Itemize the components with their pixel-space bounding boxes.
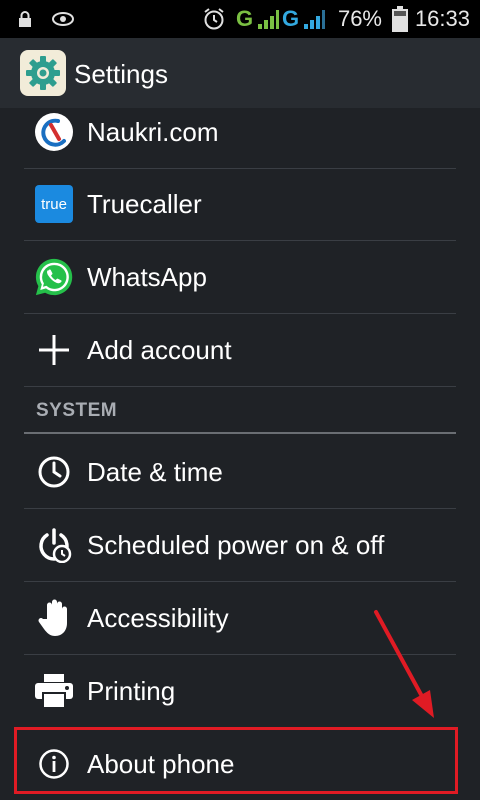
eye-icon (52, 0, 74, 38)
power-schedule-icon (34, 525, 74, 565)
network-type-2: G (282, 6, 300, 31)
status-bar: G G 76% 16:33 (0, 0, 480, 38)
list-item-label: Scheduled power on & off (87, 530, 385, 560)
list-item-label: Add account (87, 335, 232, 365)
truecaller-icon-text: true (41, 195, 67, 213)
truecaller-icon: true (34, 184, 74, 224)
list-item-label: Naukri.com (87, 117, 219, 147)
page-title: Settings (74, 59, 168, 89)
settings-gear-icon[interactable] (20, 50, 66, 96)
action-bar: Settings (0, 38, 480, 108)
network-type-1: G (236, 6, 254, 31)
list-item-label: Printing (87, 676, 176, 706)
info-icon (34, 744, 74, 784)
settings-list[interactable]: Naukri.com true Truecaller WhatsApp Add … (0, 108, 480, 800)
clock-icon (34, 452, 74, 492)
list-item-whatsapp[interactable]: WhatsApp (24, 241, 456, 314)
naukri-icon (34, 112, 74, 152)
battery-percent: 76% (337, 6, 382, 31)
list-item-printing[interactable]: Printing (24, 655, 456, 728)
signal-icon (302, 0, 326, 38)
alarm-icon (202, 0, 226, 38)
list-item-label: Truecaller (87, 189, 202, 219)
battery-icon (392, 0, 408, 38)
add-account-button[interactable]: Add account (24, 314, 456, 387)
status-time: 16:33 (414, 6, 470, 31)
section-header-system: SYSTEM (24, 386, 456, 434)
list-item-scheduled-power[interactable]: Scheduled power on & off (24, 509, 456, 582)
signal-icon (256, 0, 280, 38)
whatsapp-icon (34, 257, 74, 297)
list-item-truecaller[interactable]: true Truecaller (24, 168, 456, 241)
section-header-label: SYSTEM (36, 400, 118, 421)
list-item-label: About phone (87, 749, 235, 779)
lock-icon (18, 0, 32, 38)
list-item-date-time[interactable]: Date & time (24, 436, 456, 509)
list-item-naukri[interactable]: Naukri.com (24, 108, 456, 169)
list-item-label: Accessibility (87, 603, 229, 633)
list-item-label: Date & time (87, 457, 223, 487)
list-item-label: WhatsApp (87, 262, 207, 292)
plus-icon (34, 330, 74, 370)
list-item-accessibility[interactable]: Accessibility (24, 582, 456, 655)
hand-icon (34, 598, 74, 638)
list-item-about-phone[interactable]: About phone (24, 728, 456, 800)
printer-icon (34, 671, 74, 711)
